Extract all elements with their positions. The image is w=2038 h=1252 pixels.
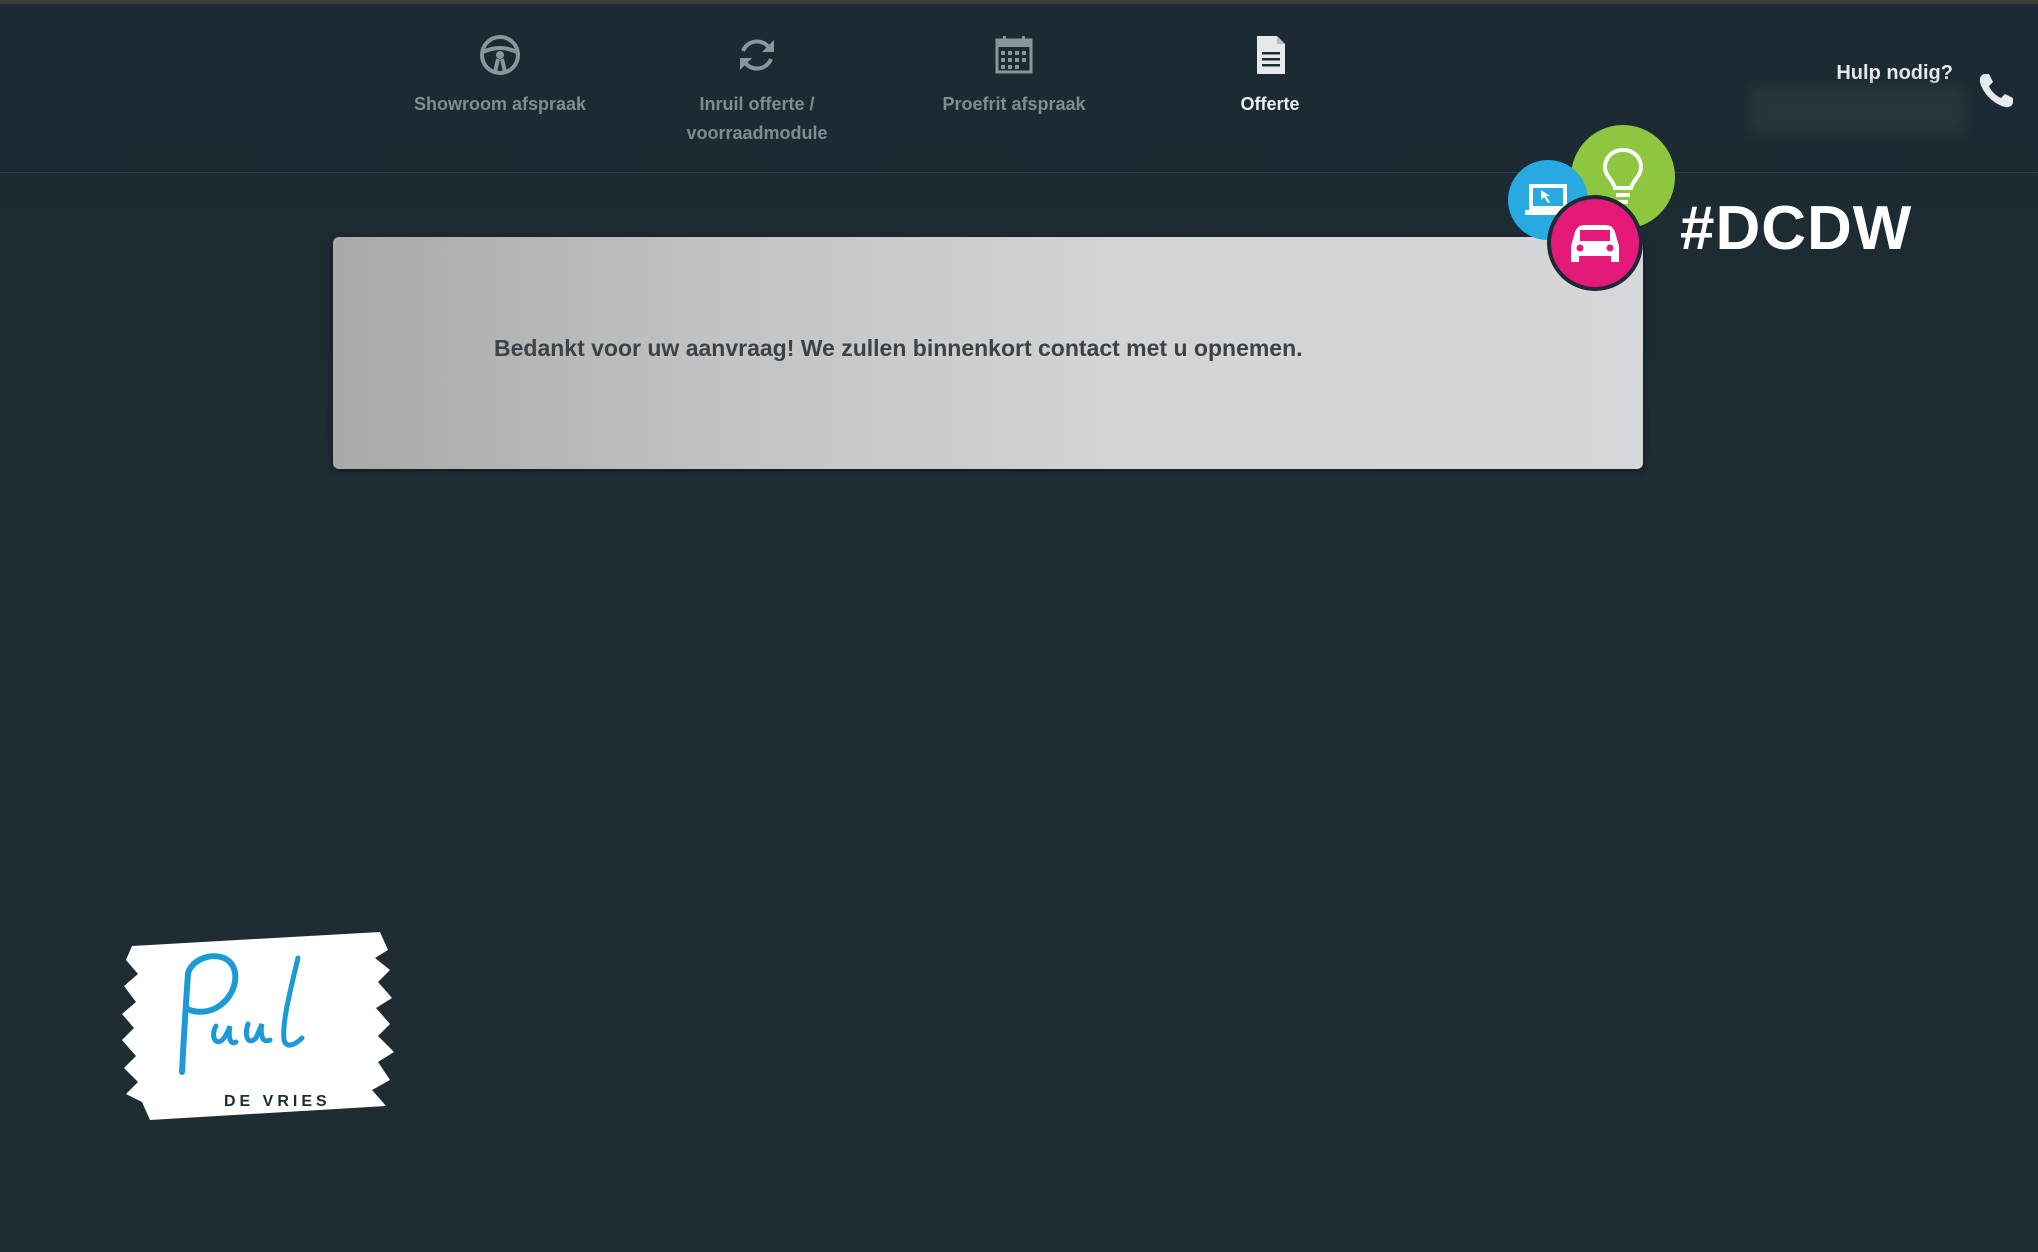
dcdw-hashtag: #DCDW bbox=[1680, 194, 1913, 263]
nav-label: Showroom afspraak bbox=[413, 94, 587, 114]
header: Showroom afspraak Inruil offerte / voorr… bbox=[0, 4, 2038, 173]
nav-label: Proefrit afspraak bbox=[942, 94, 1086, 114]
confirmation-message: Bedankt voor uw aanvraag! We zullen binn… bbox=[494, 335, 1303, 361]
dcdw-logo bbox=[1508, 125, 1675, 291]
nav-label: Offerte bbox=[1240, 94, 1300, 114]
nav-item-offerte[interactable]: Offerte bbox=[1150, 32, 1390, 119]
nav-item-showroom-afspraak[interactable]: Showroom afspraak bbox=[380, 32, 620, 119]
nav-item-inruil-offerte[interactable]: Inruil offerte / voorraadmodule bbox=[637, 32, 877, 148]
paul-de-vries-logo: DE VRIES bbox=[122, 932, 394, 1120]
confirmation-box: Bedankt voor uw aanvraag! We zullen binn… bbox=[333, 237, 1643, 469]
svg-text:DE VRIES: DE VRIES bbox=[224, 1093, 331, 1110]
calendar-icon bbox=[995, 36, 1033, 74]
document-icon bbox=[1257, 36, 1285, 74]
refresh-icon bbox=[740, 39, 774, 71]
steering-wheel-icon bbox=[480, 35, 520, 75]
blurred-phone-number bbox=[1750, 86, 1965, 134]
phone-icon[interactable] bbox=[1975, 70, 2017, 112]
nav-item-proefrit-afspraak[interactable]: Proefrit afspraak bbox=[894, 32, 1134, 119]
help-label[interactable]: Hulp nodig? bbox=[1836, 62, 1953, 85]
nav-label-line2: voorraadmodule bbox=[686, 123, 828, 143]
nav-label: Inruil offerte / bbox=[699, 94, 815, 114]
